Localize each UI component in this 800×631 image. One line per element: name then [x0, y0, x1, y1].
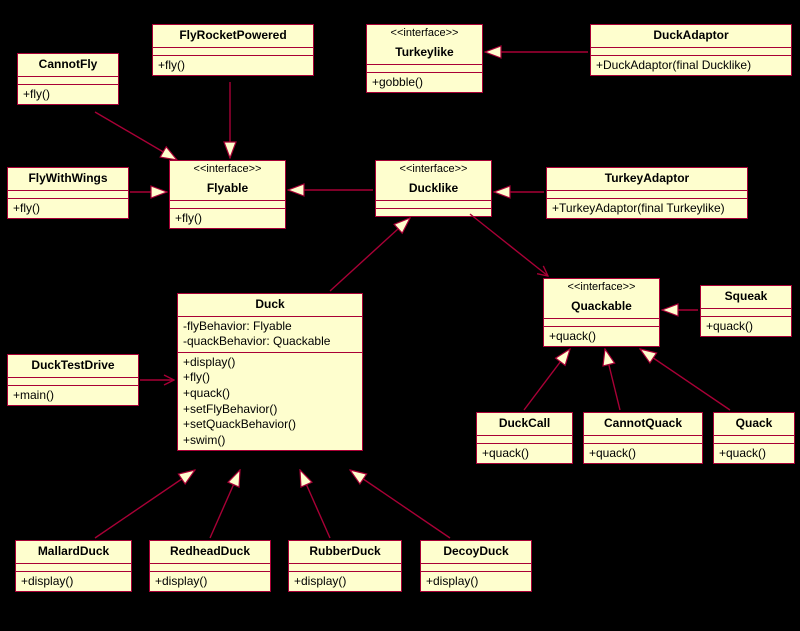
members: +TurkeyAdaptor(final Turkeylike): [547, 198, 747, 219]
members: +quack(): [584, 443, 702, 464]
spacer: [150, 563, 270, 571]
stereotype: <<interface>>: [544, 279, 659, 296]
spacer: [477, 435, 572, 443]
class-name: DuckTestDrive: [8, 355, 138, 377]
spacer: [701, 308, 791, 316]
spacer: [367, 64, 482, 72]
spacer: [547, 190, 747, 198]
spacer: [153, 47, 313, 55]
members: +display(): [16, 571, 131, 592]
members: +gobble(): [367, 72, 482, 93]
class-name: Squeak: [701, 286, 791, 308]
class-name: Ducklike: [376, 178, 491, 200]
class-ducktestdrive: DuckTestDrive +main(): [7, 354, 139, 406]
spacer2: [376, 208, 491, 216]
class-redheadduck: RedheadDuck +display(): [149, 540, 271, 592]
members: +display(): [289, 571, 401, 592]
class-name: RedheadDuck: [150, 541, 270, 563]
class-name: CannotFly: [18, 54, 118, 76]
class-name: MallardDuck: [16, 541, 131, 563]
class-flyrocketpowered: FlyRocketPowered +fly(): [152, 24, 314, 76]
class-squeak: Squeak +quack(): [700, 285, 792, 337]
members: +quack(): [714, 443, 794, 464]
members: +display(): [421, 571, 531, 592]
class-quack: Quack +quack(): [713, 412, 795, 464]
members: +fly(): [8, 198, 128, 219]
members: +main(): [8, 385, 138, 406]
class-name: Quack: [714, 413, 794, 435]
spacer: [18, 76, 118, 84]
spacer: [421, 563, 531, 571]
class-flyable: <<interface>> Flyable +fly(): [169, 160, 286, 229]
spacer: [8, 190, 128, 198]
class-turkeyadaptor: TurkeyAdaptor +TurkeyAdaptor(final Turke…: [546, 167, 748, 219]
class-name: Duck: [178, 294, 362, 316]
spacer: [16, 563, 131, 571]
members: +display(): [150, 571, 270, 592]
class-name: Turkeylike: [367, 42, 482, 64]
class-name: FlyWithWings: [8, 168, 128, 190]
class-duck: Duck -flyBehavior: Flyable -quackBehavio…: [177, 293, 363, 451]
members: +fly(): [18, 84, 118, 105]
class-ducklike: <<interface>> Ducklike: [375, 160, 492, 217]
members: +fly(): [153, 55, 313, 76]
class-flywithwings: FlyWithWings +fly(): [7, 167, 129, 219]
class-turkeylike: <<interface>> Turkeylike +gobble(): [366, 24, 483, 93]
members: +quack(): [701, 316, 791, 337]
members: +fly(): [170, 208, 285, 229]
spacer: [591, 47, 791, 55]
class-mallardduck: MallardDuck +display(): [15, 540, 132, 592]
spacer: [584, 435, 702, 443]
class-cannotfly: CannotFly +fly(): [17, 53, 119, 105]
class-cannotquack: CannotQuack +quack(): [583, 412, 703, 464]
spacer: [289, 563, 401, 571]
class-name: CannotQuack: [584, 413, 702, 435]
stereotype: <<interface>>: [367, 25, 482, 42]
class-duckadaptor: DuckAdaptor +DuckAdaptor(final Ducklike): [590, 24, 792, 76]
class-name: DecoyDuck: [421, 541, 531, 563]
members: +quack(): [477, 443, 572, 464]
class-name: TurkeyAdaptor: [547, 168, 747, 190]
members: +DuckAdaptor(final Ducklike): [591, 55, 791, 76]
class-duckcall: DuckCall +quack(): [476, 412, 573, 464]
class-name: Flyable: [170, 178, 285, 200]
connectors: [0, 0, 800, 631]
spacer: [170, 200, 285, 208]
class-name: RubberDuck: [289, 541, 401, 563]
members: +display() +fly() +quack() +setFlyBehavi…: [178, 352, 362, 451]
members: +quack(): [544, 326, 659, 347]
class-decoyduck: DecoyDuck +display(): [420, 540, 532, 592]
stereotype: <<interface>>: [376, 161, 491, 178]
class-rubberduck: RubberDuck +display(): [288, 540, 402, 592]
spacer: [8, 377, 138, 385]
class-name: FlyRocketPowered: [153, 25, 313, 47]
class-quackable: <<interface>> Quackable +quack(): [543, 278, 660, 347]
spacer: [714, 435, 794, 443]
class-name: DuckAdaptor: [591, 25, 791, 47]
fields: -flyBehavior: Flyable -quackBehavior: Qu…: [178, 316, 362, 352]
spacer: [544, 318, 659, 326]
stereotype: <<interface>>: [170, 161, 285, 178]
class-name: Quackable: [544, 296, 659, 318]
class-name: DuckCall: [477, 413, 572, 435]
spacer: [376, 200, 491, 208]
